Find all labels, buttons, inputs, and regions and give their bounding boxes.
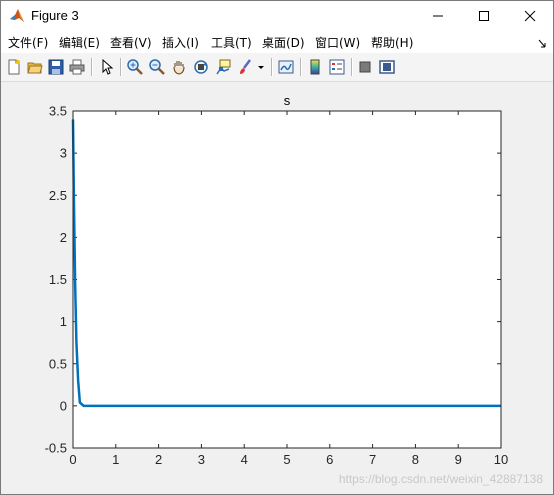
menu-window[interactable]: 窗口(W): [315, 34, 360, 51]
y-tick-label: 2.5: [49, 188, 67, 203]
minimize-button[interactable]: [415, 1, 461, 31]
pan-icon[interactable]: [169, 57, 189, 77]
x-tick-label: 2: [155, 452, 162, 467]
menu-help[interactable]: 帮助(H): [371, 34, 413, 51]
y-tick-label: 3.5: [49, 104, 67, 119]
toolbar-separator: [120, 58, 122, 76]
x-tick-label: 9: [455, 452, 462, 467]
toolbar-separator: [91, 58, 93, 76]
zoom-in-icon[interactable]: [125, 57, 145, 77]
menu-insert[interactable]: 插入(I): [162, 34, 199, 51]
menu-view[interactable]: 查看(V): [110, 34, 152, 51]
title-bar[interactable]: Figure 3: [1, 1, 553, 31]
figure-canvas[interactable]: 0 1 2 3 4 5 6 7 8 9 10 -0.5 0 0.5 1 1.5 2 2.5 3 3.5 s https:…: [1, 82, 553, 494]
zoom-out-icon[interactable]: [147, 57, 167, 77]
minimize-icon: [433, 15, 443, 17]
maximize-button[interactable]: [461, 1, 507, 31]
brush-icon[interactable]: [235, 57, 255, 77]
close-icon: [524, 10, 536, 22]
x-tick-label: 4: [241, 452, 248, 467]
matlab-logo-icon: [9, 8, 25, 24]
x-tick-label: 5: [283, 452, 290, 467]
x-tick-label: 8: [412, 452, 419, 467]
x-tick-label: 6: [326, 452, 333, 467]
y-tick-label: 3: [60, 146, 67, 161]
figure-toolbar: [1, 53, 553, 82]
figure-window: Figure 3 文件(F) 编辑(E) 查看(V) 插入(I) 工具(T) 桌…: [0, 0, 554, 495]
menu-desktop[interactable]: 桌面(D): [262, 34, 305, 51]
y-tick-label: 0: [60, 398, 67, 413]
menu-edit[interactable]: 编辑(E): [59, 34, 100, 51]
axes-background: [73, 111, 501, 448]
x-tick-label: 0: [69, 452, 76, 467]
pointer-icon[interactable]: [97, 57, 117, 77]
legend-icon[interactable]: [327, 57, 347, 77]
colorbar-icon[interactable]: [305, 57, 325, 77]
x-tick-label: 3: [198, 452, 205, 467]
dock-arrow-icon[interactable]: [537, 35, 547, 48]
x-tick-label: 1: [112, 452, 119, 467]
hide-plot-tools-icon[interactable]: [355, 57, 375, 77]
menu-file[interactable]: 文件(F): [8, 34, 48, 51]
brush-dropdown-icon[interactable]: [255, 57, 267, 77]
y-tick-label: 1: [60, 314, 67, 329]
open-file-icon[interactable]: [25, 57, 45, 77]
toolbar-separator: [351, 58, 353, 76]
data-cursor-icon[interactable]: [213, 57, 233, 77]
close-button[interactable]: [507, 1, 553, 31]
maximize-icon: [479, 11, 489, 21]
window-title: Figure 3: [31, 8, 79, 23]
toolbar-separator: [300, 58, 302, 76]
axes-title: s: [284, 93, 291, 108]
save-icon[interactable]: [46, 57, 66, 77]
y-tick-label: 2: [60, 230, 67, 245]
x-tick-label: 10: [494, 452, 508, 467]
line-plot[interactable]: 0 1 2 3 4 5 6 7 8 9 10-0.500.511.522.533.5s: [1, 82, 553, 494]
rotate-3d-icon[interactable]: [191, 57, 211, 77]
watermark-text: https://blog.csdn.net/weixin_42887138: [338, 472, 543, 486]
menu-bar: 文件(F) 编辑(E) 查看(V) 插入(I) 工具(T) 桌面(D) 窗口(W…: [1, 31, 553, 53]
new-figure-icon[interactable]: [4, 57, 24, 77]
show-plot-tools-icon[interactable]: [377, 57, 397, 77]
y-tick-label: 0.5: [49, 356, 67, 371]
toolbar-separator: [271, 58, 273, 76]
print-icon[interactable]: [67, 57, 87, 77]
link-plot-icon[interactable]: [276, 57, 296, 77]
x-tick-label: 7: [369, 452, 376, 467]
menu-tools[interactable]: 工具(T): [211, 34, 252, 51]
y-tick-label: 1.5: [49, 272, 67, 287]
y-tick-label: -0.5: [45, 441, 67, 456]
